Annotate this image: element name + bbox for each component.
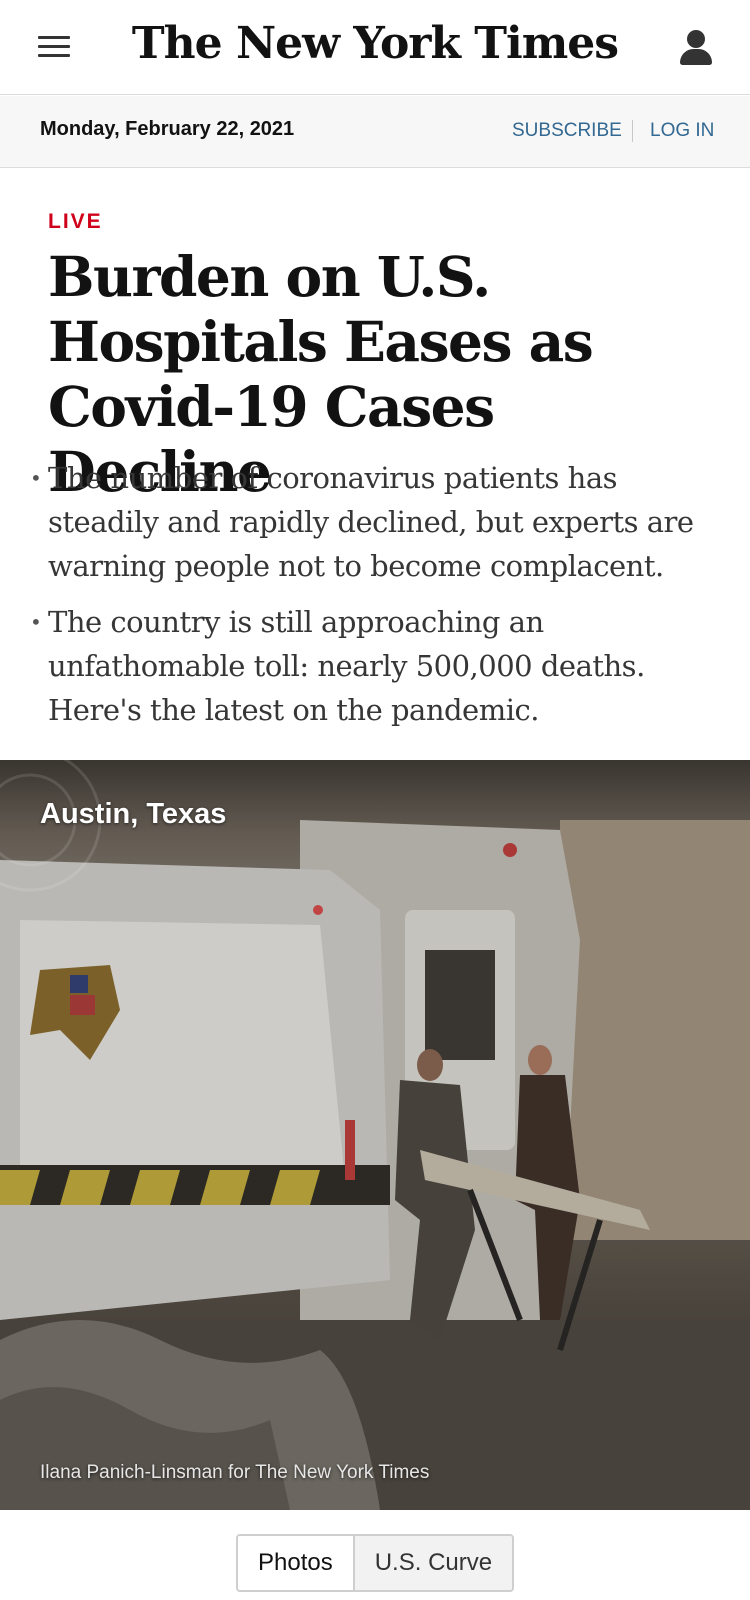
bullet-dot-icon: • bbox=[30, 610, 42, 634]
tab-photos[interactable]: Photos bbox=[238, 1536, 353, 1590]
bullet-dot-icon: • bbox=[30, 466, 42, 490]
lead-photo[interactable]: Austin, Texas Ilana Panich-Linsman for T… bbox=[0, 760, 750, 1510]
article-summary-list: • The number of coronavirus patients has… bbox=[30, 456, 730, 744]
login-link[interactable]: LOG IN bbox=[650, 120, 714, 142]
summary-bullet-text: The number of coronavirus patients has s… bbox=[48, 461, 694, 583]
summary-bullet: • The country is still approaching an un… bbox=[30, 600, 730, 732]
subscribe-link[interactable]: SUBSCRIBE bbox=[512, 120, 622, 142]
media-tab-switcher: Photos U.S. Curve bbox=[236, 1534, 515, 1592]
photo-credit: Ilana Panich-Linsman for The New York Ti… bbox=[40, 1462, 430, 1483]
photo-location-label: Austin, Texas bbox=[40, 798, 227, 830]
nyt-logo[interactable]: The New York Times bbox=[0, 18, 750, 69]
top-navigation-bar: The New York Times bbox=[0, 0, 750, 95]
photo-illustration bbox=[0, 760, 750, 1510]
current-date: Monday, February 22, 2021 bbox=[40, 118, 295, 140]
user-account-icon[interactable] bbox=[678, 28, 714, 68]
link-divider bbox=[632, 120, 633, 142]
live-label: LIVE bbox=[48, 210, 103, 233]
date-subscribe-bar: Monday, February 22, 2021 SUBSCRIBE LOG … bbox=[0, 96, 750, 168]
summary-bullet: • The number of coronavirus patients has… bbox=[30, 456, 730, 588]
summary-bullet-text: The country is still approaching an unfa… bbox=[48, 605, 645, 727]
tab-us-curve[interactable]: U.S. Curve bbox=[352, 1536, 513, 1590]
